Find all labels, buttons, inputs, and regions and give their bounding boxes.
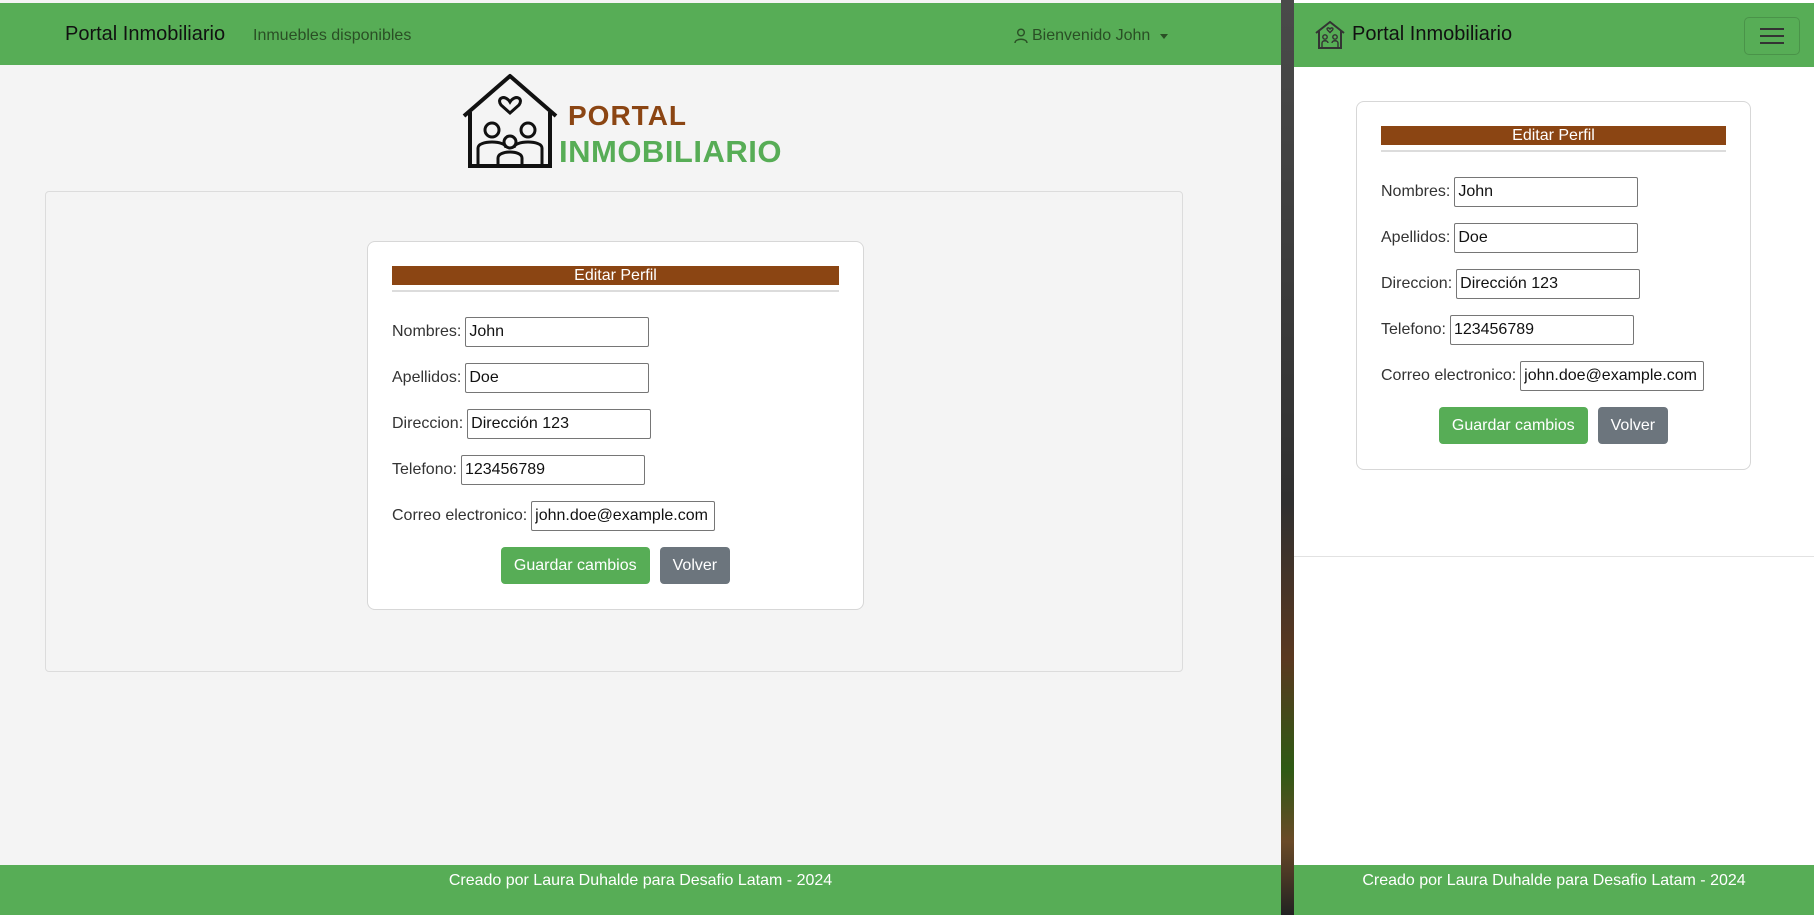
field-label: Direccion: (1381, 275, 1453, 292)
field-label: Direccion: (392, 415, 464, 432)
save-button[interactable]: Guardar cambios (500, 547, 650, 584)
nombres-input[interactable] (465, 317, 650, 347)
navbar-brand[interactable]: Portal Inmobiliario (1352, 23, 1512, 46)
field-label: Telefono: (1381, 321, 1446, 338)
user-dropdown-label: Bienvenido John (1032, 27, 1151, 44)
user-icon (1014, 28, 1028, 44)
caret-down-icon (1160, 33, 1169, 39)
field-label: Nombres: (1381, 183, 1451, 200)
desktop-view: Portal Inmobiliario Inmuebles disponible… (0, 0, 1281, 915)
field-apellidos: Apellidos: (1381, 223, 1639, 253)
form-actions: Guardar cambios Volver (368, 547, 863, 584)
footer-text: Creado por Laura Duhalde para Desafio La… (448, 872, 833, 889)
field-telefono: Telefono: (392, 455, 645, 485)
telefono-input[interactable] (460, 455, 645, 485)
back-button[interactable]: Volver (659, 547, 731, 584)
field-correo: Correo electronico: (1381, 361, 1705, 391)
card-title: Editar Perfil (1381, 126, 1726, 145)
field-nombres: Nombres: (392, 317, 650, 347)
footer: Creado por Laura Duhalde para Desafio La… (0, 865, 1281, 915)
telefono-input[interactable] (1449, 315, 1634, 345)
field-telefono: Telefono: (1381, 315, 1634, 345)
field-apellidos: Apellidos: (392, 363, 650, 393)
window-gap (1281, 0, 1294, 915)
divider (392, 290, 839, 292)
field-label: Correo electronico: (392, 507, 528, 524)
field-label: Nombres: (392, 323, 462, 340)
section-divider (1294, 556, 1814, 557)
user-dropdown[interactable]: Bienvenido John (1014, 27, 1169, 45)
field-label: Correo electronico: (1381, 367, 1517, 384)
field-nombres: Nombres: (1381, 177, 1639, 207)
correo-input[interactable] (531, 501, 716, 531)
field-correo: Correo electronico: (392, 501, 716, 531)
apellidos-input[interactable] (465, 363, 650, 393)
navbar: Portal Inmobiliario Inmuebles disponible… (0, 3, 1281, 65)
divider (1381, 150, 1726, 152)
navbar-brand[interactable]: Portal Inmobiliario (65, 23, 225, 46)
field-direccion: Direccion: (1381, 269, 1641, 299)
mobile-view: Portal Inmobiliario Editar Perfil Nombre… (1294, 0, 1814, 915)
form-actions: Guardar cambios Volver (1357, 407, 1750, 444)
card-title: Editar Perfil (392, 266, 839, 285)
edit-profile-card: Editar Perfil Nombres: Apellidos: Direcc… (367, 241, 864, 610)
house-family-logo (462, 74, 558, 168)
logo-text-inmobiliario: INMOBILIARIO (559, 134, 782, 169)
save-button[interactable]: Guardar cambios (1438, 407, 1588, 444)
apellidos-input[interactable] (1454, 223, 1639, 253)
footer-text: Creado por Laura Duhalde para Desafio La… (1362, 872, 1746, 889)
nombres-input[interactable] (1454, 177, 1639, 207)
house-icon (1315, 20, 1345, 49)
field-label: Telefono: (392, 461, 457, 478)
correo-input[interactable] (1520, 361, 1705, 391)
edit-profile-card: Editar Perfil Nombres: Apellidos: Direcc… (1356, 101, 1751, 470)
field-direccion: Direccion: (392, 409, 652, 439)
hamburger-menu-icon (1760, 28, 1784, 30)
footer: Creado por Laura Duhalde para Desafio La… (1294, 865, 1814, 915)
navbar: Portal Inmobiliario (1294, 3, 1814, 67)
direccion-input[interactable] (1456, 269, 1641, 299)
logo-text-portal: PORTAL (568, 100, 688, 131)
field-label: Apellidos: (392, 369, 462, 386)
field-label: Apellidos: (1381, 229, 1451, 246)
back-button[interactable]: Volver (1597, 407, 1669, 444)
direccion-input[interactable] (467, 409, 652, 439)
navbar-toggler[interactable] (1744, 17, 1800, 55)
nav-link-inmuebles[interactable]: Inmuebles disponibles (253, 27, 411, 45)
portal-logo: PORTAL INMOBILIARIO (458, 70, 792, 172)
